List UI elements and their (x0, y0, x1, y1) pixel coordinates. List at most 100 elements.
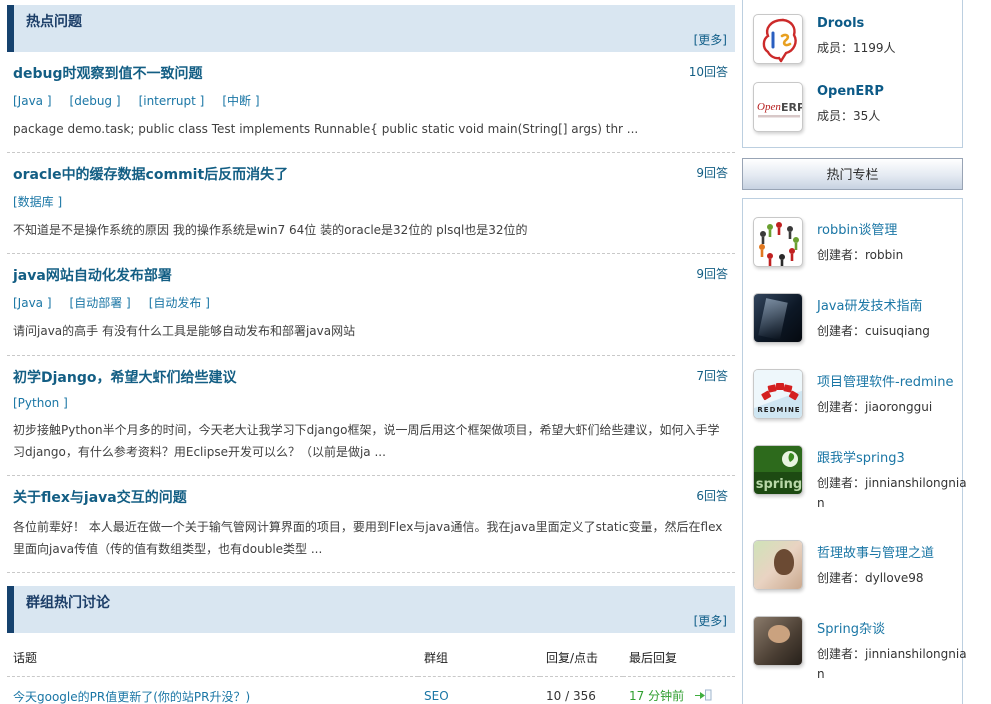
question-answer-count[interactable]: 9回答 (696, 265, 735, 282)
column-creator: 创建者：jiaoronggui (817, 400, 933, 414)
goto-last-post-icon[interactable] (694, 689, 712, 704)
question-tags: [数据库 ] (13, 193, 735, 210)
question-tag[interactable]: [自动发布 ] (149, 296, 210, 310)
table-header-row: 话题 群组 回复/点击 最后回复 (7, 635, 735, 678)
man-photo[interactable] (753, 615, 803, 666)
question-title-link[interactable]: 关于flex与java交互的问题 (13, 487, 187, 507)
question-answer-count[interactable]: 9回答 (696, 164, 735, 181)
sidebar-column-item: spring 跟我学spring3 创建者：jinnianshilongnian (751, 433, 967, 528)
redmine-logo[interactable]: REDMINE (753, 369, 803, 419)
svg-text:Open: Open (757, 101, 781, 113)
group-discussions-header: 群组热门讨论 [更多] (7, 586, 735, 634)
question-snippet: 初步接触Python半个月多的时间，今天老大让我学习下django框架，说一周后… (13, 422, 720, 459)
question-head: oracle中的缓存数据commit后反而消失了 9回答 (13, 164, 735, 184)
question-item: debug时观察到值不一致问题 10回答 [Java ] [debug ] [int… (7, 52, 735, 154)
column-title-link[interactable]: robbin谈管理 (817, 219, 897, 238)
hot-questions-title: 热点问题 (26, 14, 82, 30)
column-title-link[interactable]: Java研发技术指南 (817, 295, 922, 314)
column-creator: 创建者：cuisuqiang (817, 324, 930, 338)
sidebar-column-item: 哲理故事与管理之道 创建者：dyllove98 (751, 528, 954, 604)
spring-logo[interactable]: spring (753, 445, 803, 495)
column-title-link[interactable]: 哲理故事与管理之道 (817, 542, 934, 561)
hot-questions-header: 热点问题 [更多] (7, 5, 735, 52)
column-title-link[interactable]: Spring杂谈 (817, 618, 885, 637)
sidebar-hot-columns-box: robbin谈管理 创建者：robbin Java研发技术指南 创建者：cuis… (742, 198, 967, 704)
topic-link[interactable]: 今天google的PR值更新了(你的站PR升没？) (13, 690, 250, 704)
group-discussions-title: 群组热门讨论 (26, 595, 110, 612)
question-tag[interactable]: [Python ] (13, 396, 68, 410)
hot-columns-header: 热门专栏 (742, 158, 963, 190)
hot-questions-more-link[interactable]: [更多] (694, 31, 727, 48)
sidebar-column-item: Java研发技术指南 创建者：cuisuqiang (751, 281, 954, 357)
column-header-last-reply: 最后回复 (623, 635, 735, 678)
forum-home-page: 热点问题 [更多] debug时观察到值不一致问题 10回答 [Java ] [d… (0, 0, 991, 704)
group-discussions-more-link[interactable]: [更多] (694, 612, 727, 629)
question-snippet: 各位前辈好！ 本人最近在做一个关于输气管网计算界面的项目，要用到Flex与jav… (13, 519, 723, 557)
question-item: java网站自动化发布部署 9回答 [Java ] [自动部署 ] [自动发布 ] … (7, 254, 735, 356)
question-tags: [Java ] [自动部署 ] [自动发布 ] (13, 294, 735, 311)
svg-text:REDMINE: REDMINE (757, 406, 800, 414)
question-head: 初学Django，希望大虾们给些建议 7回答 (13, 367, 735, 387)
question-tag[interactable]: [数据库 ] (13, 195, 62, 209)
question-head: java网站自动化发布部署 9回答 (13, 265, 735, 285)
drools-logo[interactable] (753, 14, 803, 64)
group-name-link[interactable]: Drools (817, 16, 864, 31)
sidebar-group-item: Drools 成员：1199人 (751, 5, 954, 73)
sidebar-group-item: Open ERP OpenERP 成员：35人 (751, 73, 954, 141)
column-header-topic: 话题 (7, 635, 418, 678)
column-header-group: 群组 (418, 635, 540, 678)
group-member-count: 成员：1199人 (817, 41, 896, 55)
question-tags: [Java ] [debug ] [interrupt ] [中断 ] (13, 92, 735, 109)
question-tags: [Python ] (13, 396, 735, 410)
hot-columns-title: 热门专栏 (826, 168, 879, 183)
svg-text:ERP: ERP (781, 101, 803, 114)
column-title-link[interactable]: 跟我学spring3 (817, 447, 905, 466)
replies-clicks-value: 10 / 356 (546, 689, 596, 704)
java-guide-cover[interactable] (753, 293, 803, 343)
question-head: 关于flex与java交互的问题 6回答 (13, 487, 735, 507)
question-answer-count[interactable]: 7回答 (696, 367, 735, 384)
sidebar-column-item: Spring杂谈 创建者：jinnianshilongnian (751, 604, 967, 699)
hot-questions-list: debug时观察到值不一致问题 10回答 [Java ] [debug ] [int… (7, 52, 735, 574)
question-snippet: 请问java的高手 有没有什么工具是能够自动发布和部署java网站 (13, 324, 356, 339)
question-title-link[interactable]: 初学Django，希望大虾们给些建议 (13, 367, 236, 387)
question-title-link[interactable]: debug时观察到值不一致问题 (13, 63, 203, 83)
question-answer-count[interactable]: 10回答 (689, 63, 735, 80)
svg-text:spring: spring (756, 477, 802, 492)
sidebar-groups-box: Drools 成员：1199人 Open ERP OpenERP 成员：35人 (742, 0, 963, 148)
question-tag[interactable]: [debug ] (70, 94, 121, 108)
question-tag[interactable]: [Java ] (13, 296, 52, 310)
group-name-link[interactable]: OpenERP (817, 84, 884, 99)
girl-photo[interactable] (753, 539, 803, 590)
sidebar-column-item: robbin谈管理 创建者：robbin (751, 205, 954, 281)
sidebar: Drools 成员：1199人 Open ERP OpenERP 成员：35人 热… (742, 0, 967, 704)
question-answer-count[interactable]: 6回答 (696, 487, 735, 504)
main-column: 热点问题 [更多] debug时观察到值不一致问题 10回答 [Java ] [d… (7, 5, 735, 704)
column-creator: 创建者：dyllove98 (817, 570, 924, 585)
last-reply-time-link[interactable]: 17 分钟前 (629, 689, 684, 703)
group-member-count: 成员：35人 (817, 109, 881, 123)
question-tag[interactable]: [Java ] (13, 94, 52, 108)
sidebar-column-item: REDMINE 项目管理软件-redmine 创建者：jiaoronggui (751, 357, 954, 433)
question-item: 关于flex与java交互的问题 6回答 各位前辈好！ 本人最近在做一个关于输气… (7, 476, 735, 574)
question-tag[interactable]: [interrupt ] (139, 94, 205, 108)
question-title-link[interactable]: java网站自动化发布部署 (13, 265, 172, 285)
table-row: 今天google的PR值更新了(你的站PR升没？) SEO 10 / 356 1… (7, 676, 735, 704)
question-tag[interactable]: [自动部署 ] (70, 296, 131, 310)
column-header-replies-clicks: 回复/点击 (540, 635, 623, 678)
column-title-link[interactable]: 项目管理软件-redmine (817, 371, 954, 390)
question-snippet: package demo.task; public class Test imp… (13, 122, 639, 136)
people-circle-logo[interactable] (753, 217, 803, 267)
column-creator: 创建者：jinnianshilongnian (817, 646, 967, 682)
column-creator: 创建者：robbin (817, 248, 904, 262)
question-snippet: 不知道是不是操作系统的原因 我的操作系统是win7 64位 装的oracle是3… (13, 223, 528, 238)
group-link[interactable]: SEO (424, 689, 449, 703)
question-item: oracle中的缓存数据commit后反而消失了 9回答 [数据库 ] 不知道是… (7, 153, 735, 255)
question-title-link[interactable]: oracle中的缓存数据commit后反而消失了 (13, 164, 288, 184)
group-discussions-table: 话题 群组 回复/点击 最后回复 今天google的PR值更新了(你的站PR升没… (7, 635, 735, 704)
question-tag[interactable]: [中断 ] (222, 94, 259, 108)
openerp-logo[interactable]: Open ERP (753, 82, 803, 132)
question-head: debug时观察到值不一致问题 10回答 (13, 63, 735, 83)
question-item: 初学Django，希望大虾们给些建议 7回答 [Python ] 初步接触Pyt… (7, 356, 735, 476)
